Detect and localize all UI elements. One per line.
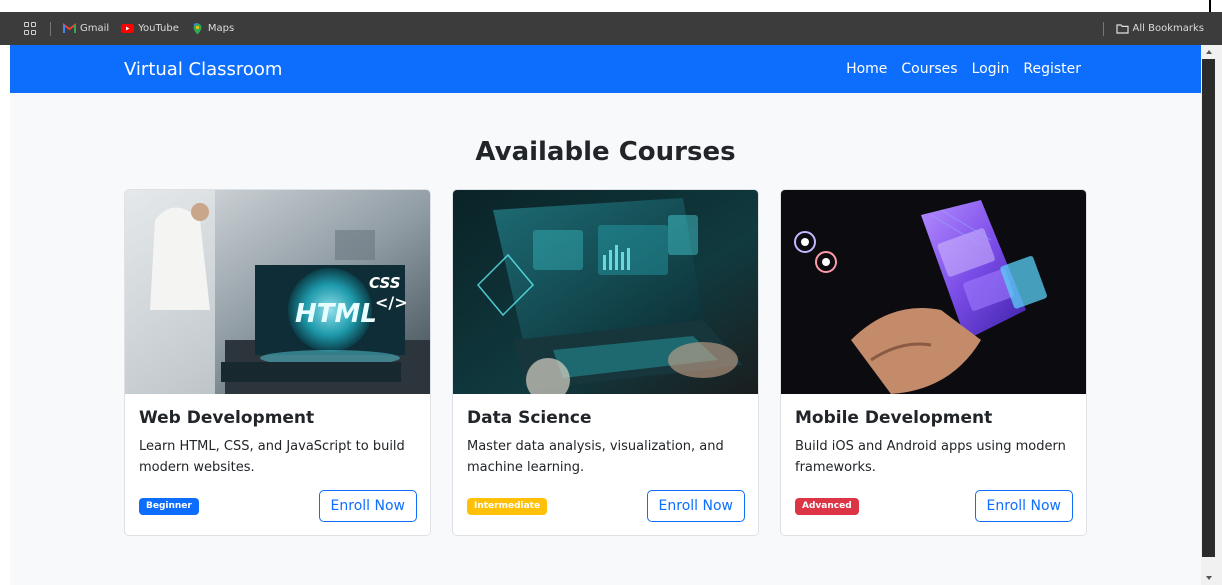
image-text-code: </> xyxy=(375,293,408,312)
page-title: Available Courses xyxy=(475,137,736,167)
window-edge-mark xyxy=(1209,0,1211,12)
nav-links: Home Courses Login Register xyxy=(846,61,1081,77)
level-badge: Beginner xyxy=(139,498,199,515)
main-content: Available Courses HTML CSS </> Web Devel… xyxy=(10,93,1201,585)
scroll-up-arrow-icon[interactable] xyxy=(1206,50,1212,54)
window-top-edge xyxy=(0,0,1222,12)
image-text-html: HTML xyxy=(295,299,377,329)
nav-home-link[interactable]: Home xyxy=(846,61,887,77)
bookmark-label: Maps xyxy=(207,23,235,34)
enroll-button[interactable]: Enroll Now xyxy=(974,490,1073,522)
image-text-css: CSS xyxy=(369,274,401,292)
course-description: Learn HTML, CSS, and JavaScript to build… xyxy=(139,439,405,475)
course-title: Web Development xyxy=(139,408,315,428)
youtube-icon xyxy=(121,23,135,34)
course-card-data-science: Data Science Master data analysis, visua… xyxy=(452,189,759,536)
navbar: Virtual Classroom Home Courses Login Reg… xyxy=(10,45,1201,93)
course-image-web-development: HTML CSS </> xyxy=(125,190,430,394)
nav-login-link[interactable]: Login xyxy=(972,61,1010,77)
course-image-data-science xyxy=(453,190,758,394)
apps-grid-icon[interactable] xyxy=(24,21,38,36)
nav-register-link[interactable]: Register xyxy=(1023,61,1081,77)
all-bookmarks-area: All Bookmarks xyxy=(1102,12,1204,45)
nav-courses-link[interactable]: Courses xyxy=(901,61,957,77)
course-image-mobile-development xyxy=(781,190,1086,394)
course-description: Master data analysis, visualization, and… xyxy=(467,439,724,475)
page-scrollbar[interactable] xyxy=(1201,45,1222,585)
bookmark-label: YouTube xyxy=(138,23,179,34)
bookmark-gmail[interactable]: Gmail xyxy=(63,23,109,34)
course-title: Mobile Development xyxy=(795,408,993,428)
course-card-mobile-development: Mobile Development Build iOS and Android… xyxy=(780,189,1087,536)
course-title: Data Science xyxy=(467,408,592,428)
all-bookmarks-button[interactable]: All Bookmarks xyxy=(1115,23,1204,34)
bookmarks-separator xyxy=(50,21,51,36)
level-badge: Advanced xyxy=(795,498,859,515)
bookmarks-bar: Gmail YouTube Maps All Bookmarks xyxy=(0,12,1222,45)
bookmarks-separator xyxy=(1102,21,1104,36)
bookmark-label: Gmail xyxy=(80,23,110,34)
all-bookmarks-label: All Bookmarks xyxy=(1132,23,1204,34)
bookmark-maps[interactable]: Maps xyxy=(191,23,235,35)
bookmark-youtube[interactable]: YouTube xyxy=(121,23,179,34)
level-badge: Intermediate xyxy=(467,498,548,515)
enroll-button[interactable]: Enroll Now xyxy=(646,490,745,522)
brand-link[interactable]: Virtual Classroom xyxy=(124,59,282,80)
gmail-icon xyxy=(63,23,76,34)
scrollbar-thumb[interactable] xyxy=(1202,59,1215,557)
folder-icon xyxy=(1115,23,1129,34)
course-card-web-development: HTML CSS </> Web Development Learn HTML,… xyxy=(124,189,431,536)
maps-icon xyxy=(191,23,204,35)
enroll-button[interactable]: Enroll Now xyxy=(318,490,417,522)
course-description: Build iOS and Android apps using modern … xyxy=(795,439,1066,475)
scroll-down-arrow-icon[interactable] xyxy=(1206,576,1212,580)
